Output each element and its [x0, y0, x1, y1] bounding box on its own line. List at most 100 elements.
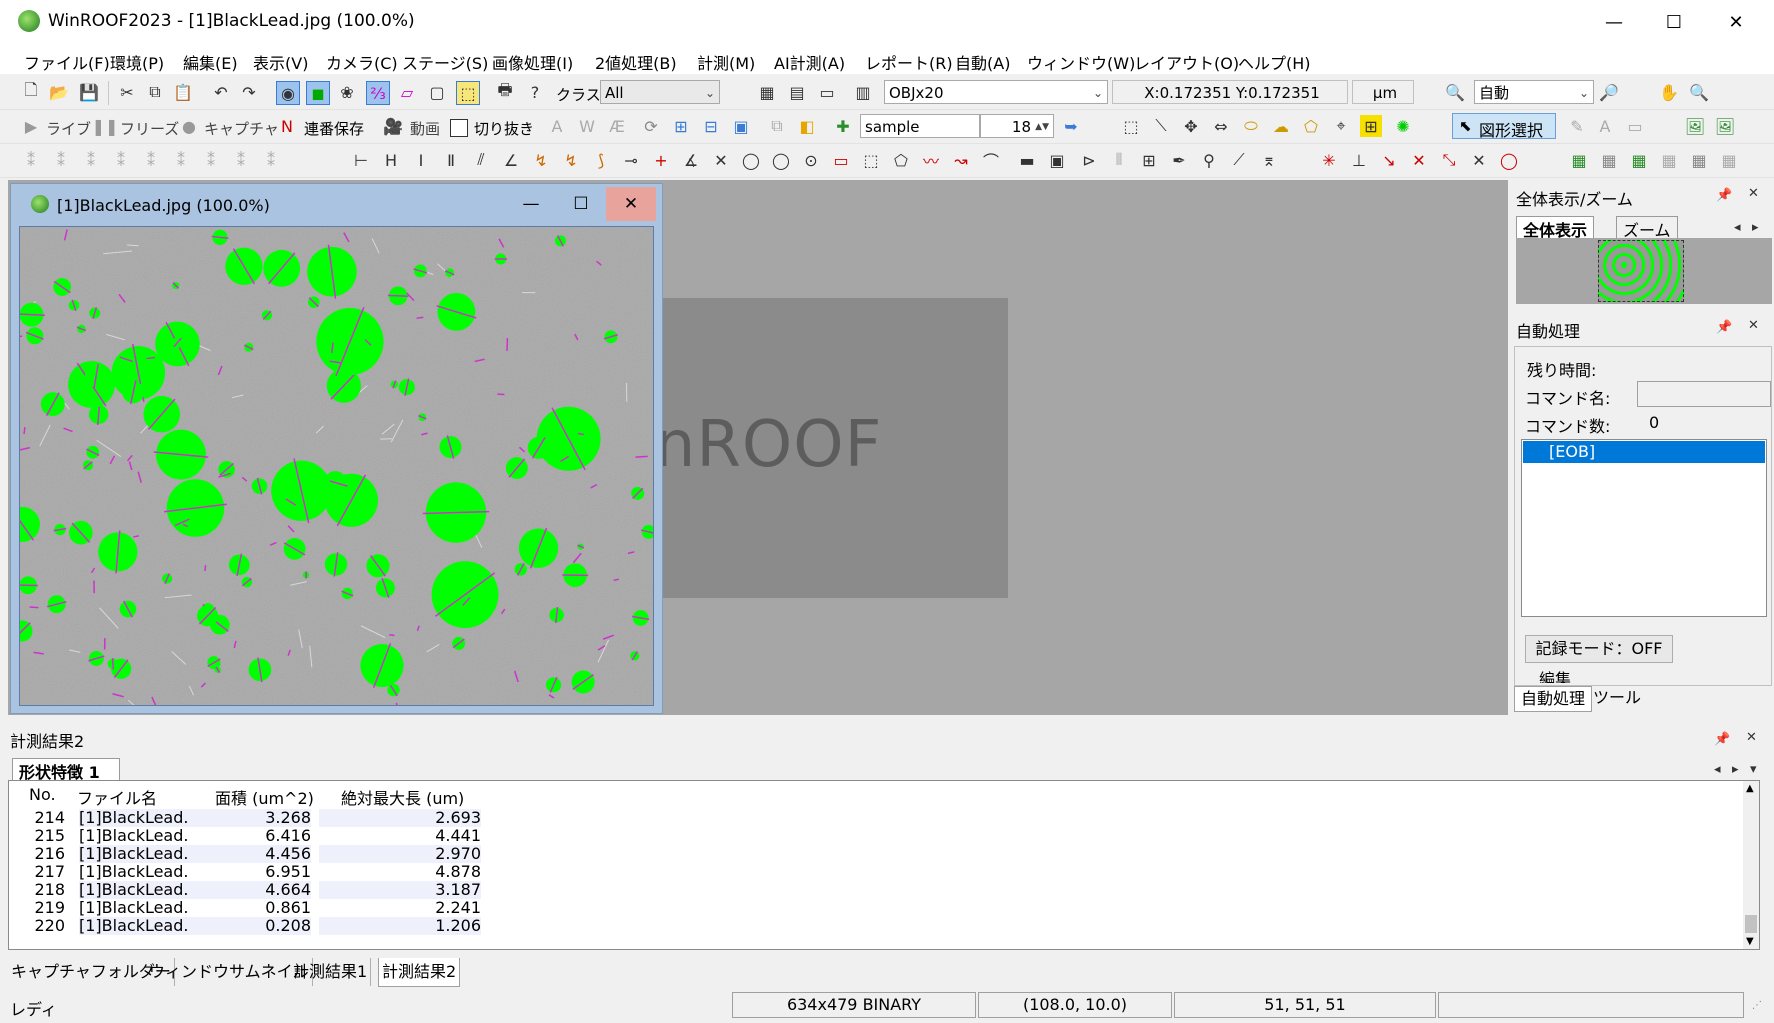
capture-label[interactable]: キャプチャ: [204, 118, 279, 139]
polygon-measure-icon[interactable]: ⬠: [890, 149, 912, 171]
paste-icon[interactable]: 📋: [172, 81, 194, 103]
pen-icon[interactable]: ✎: [1566, 115, 1588, 137]
hand-pan-icon[interactable]: ✋: [1658, 81, 1680, 103]
export-image-icon[interactable]: 🖼: [1684, 115, 1706, 137]
maximize-button[interactable]: ☐: [1645, 0, 1703, 44]
label-number-icon[interactable]: ⅔: [366, 81, 390, 105]
menu-ai-measure[interactable]: AI計測(A): [774, 50, 845, 74]
path-measure-icon[interactable]: ↝: [950, 149, 972, 171]
overlay-view-icon[interactable]: ◼: [306, 81, 330, 105]
zoom-out-icon[interactable]: 🔎: [1598, 81, 1620, 103]
graph-measure-icon[interactable]: ⟋: [1228, 149, 1250, 171]
results-tab-right-icon[interactable]: ▸: [1732, 762, 1739, 777]
results-tab-left-icon[interactable]: ◂: [1714, 762, 1721, 777]
help-icon[interactable]: ?: [524, 81, 546, 103]
results-scroll-thumb[interactable]: [1745, 915, 1757, 933]
auto-pin-icon[interactable]: 📌: [1716, 320, 1732, 335]
select-shape-button[interactable]: ⬉ 図形選択: [1452, 113, 1556, 140]
table-row[interactable]: 214 [1]BlackLead... 3.268 2.693: [9, 809, 489, 827]
freeze-icon[interactable]: ❚❚: [92, 115, 119, 137]
grid-select-icon[interactable]: ⊞: [1360, 115, 1382, 137]
move-icon[interactable]: ✥: [1180, 115, 1202, 137]
rotate-icon[interactable]: ⟳: [640, 115, 662, 137]
font-size-stepper[interactable]: 18 ▲▼: [980, 114, 1054, 138]
send-icon[interactable]: ➥: [1060, 115, 1082, 137]
measure-tool-6-icon[interactable]: ⁑: [170, 149, 192, 171]
menu-view[interactable]: 表示(V): [253, 50, 308, 74]
menu-stage[interactable]: ステージ(S): [402, 50, 488, 74]
line-tool-icon[interactable]: ⟍: [1150, 115, 1172, 137]
thickness-icon[interactable]: ▬: [1016, 149, 1038, 171]
table-row[interactable]: 217 [1]BlackLead... 6.951 4.878: [9, 863, 489, 881]
cross-point-icon[interactable]: +: [650, 149, 672, 171]
menu-measure[interactable]: 計測(M): [697, 50, 755, 74]
tab-zoom[interactable]: ズーム: [1616, 216, 1678, 240]
tab-shape-features[interactable]: 形状特徴 1: [12, 758, 120, 782]
table-row[interactable]: 218 [1]BlackLead... 4.664 3.187: [9, 881, 489, 899]
h-measure-icon[interactable]: H: [380, 149, 402, 171]
delete-measure-icon[interactable]: ✕: [1408, 149, 1430, 171]
serial-save-icon[interactable]: N: [276, 115, 298, 137]
tile-icon[interactable]: ⊟: [700, 115, 722, 137]
histogram-icon[interactable]: ⫴: [1108, 149, 1130, 171]
menu-auto[interactable]: 自動(A): [955, 50, 1010, 74]
vertical-measure-icon[interactable]: Ι: [410, 149, 432, 171]
image-window-maximize-button[interactable]: ☐: [556, 187, 606, 221]
window-icon[interactable]: ▣: [730, 115, 752, 137]
delete-line-icon[interactable]: ⤡: [1438, 149, 1460, 171]
crop-checkbox[interactable]: [450, 119, 468, 137]
freeze-label[interactable]: フリーズ: [120, 118, 179, 139]
bridge-measure-icon[interactable]: ⌆: [1258, 149, 1280, 171]
result-tool-3-icon[interactable]: ▦: [1628, 149, 1650, 171]
measure-tool-9-icon[interactable]: ⁑: [260, 149, 282, 171]
undo-icon[interactable]: ↶: [210, 81, 232, 103]
results-tab-menu-icon[interactable]: ▾: [1750, 762, 1757, 777]
movie-icon[interactable]: 🎥: [382, 115, 404, 137]
objective-icon[interactable]: ▥: [852, 81, 874, 103]
tab-auto-processing[interactable]: 自動処理: [1514, 686, 1592, 712]
menu-camera[interactable]: カメラ(C): [326, 50, 398, 74]
word-icon[interactable]: W: [576, 115, 598, 137]
polygon-select-icon[interactable]: ⬠: [1300, 115, 1322, 137]
display-icon[interactable]: ▭: [816, 81, 838, 103]
binary-view-icon[interactable]: ◉: [276, 81, 300, 105]
auto-panel-close-icon[interactable]: ✕: [1748, 318, 1759, 333]
measure-tool-7-icon[interactable]: ⁑: [200, 149, 222, 171]
circle-measure-icon[interactable]: ◯: [740, 149, 762, 171]
crop-label[interactable]: 切り抜き: [474, 118, 534, 139]
zoom-icon[interactable]: 🔍: [1444, 81, 1466, 103]
angle-tool-icon[interactable]: ∡: [680, 149, 702, 171]
image-window-close-button[interactable]: ✕: [606, 187, 656, 221]
grid-icon[interactable]: ⊞: [670, 115, 692, 137]
results-pin-icon[interactable]: 📌: [1714, 732, 1730, 747]
table-row[interactable]: 219 [1]BlackLead... 0.861 2.241: [9, 899, 489, 917]
results-table[interactable]: No. ファイル名 面積 (um^2) 絶対最大長 (um) 214 [1]Bla…: [8, 780, 1760, 950]
circle-center-icon[interactable]: ⊙: [800, 149, 822, 171]
image-window-minimize-button[interactable]: —: [506, 187, 556, 221]
tab-tool[interactable]: ツール: [1592, 686, 1642, 712]
results-scrollbar[interactable]: ▲ ▼: [1743, 781, 1759, 949]
table-row[interactable]: 215 [1]BlackLead... 6.416 4.441: [9, 827, 489, 845]
tab-results-1[interactable]: 計測結果1: [290, 958, 372, 986]
layers-icon[interactable]: ◧: [796, 115, 818, 137]
tab-overview[interactable]: 全体表示: [1516, 216, 1595, 240]
live-label[interactable]: ライブ: [46, 118, 91, 139]
arrow-measure-icon[interactable]: ↘: [1378, 149, 1400, 171]
copy-image-icon[interactable]: ⧉: [766, 115, 788, 137]
result-tool-2-icon[interactable]: ▦: [1598, 149, 1620, 171]
magnifier-icon[interactable]: 🔍: [1688, 81, 1710, 103]
new-file-icon[interactable]: 🗋: [20, 80, 42, 103]
menu-image-processing[interactable]: 画像処理(I): [492, 50, 573, 74]
curve-measure-icon[interactable]: ↯: [560, 149, 582, 171]
zoom-select[interactable]: 自動 ⌄: [1474, 80, 1594, 104]
cut-icon[interactable]: ✂: [116, 81, 138, 103]
point-measure-icon[interactable]: ⊸: [620, 149, 642, 171]
table-row[interactable]: 220 [1]BlackLead... 0.208 1.206: [9, 917, 489, 935]
command-list[interactable]: [EOB]: [1521, 439, 1767, 617]
parallel-measure-icon[interactable]: Ⅱ: [440, 149, 462, 171]
import-image-icon[interactable]: 🖼: [1714, 115, 1736, 137]
tab-window-thumbnail[interactable]: ウィンドウサムネイル: [146, 958, 313, 986]
particle-count-icon[interactable]: ▣: [1046, 149, 1068, 171]
redo-icon[interactable]: ↷: [238, 81, 260, 103]
circle-delete-icon[interactable]: ◯: [1498, 149, 1520, 171]
